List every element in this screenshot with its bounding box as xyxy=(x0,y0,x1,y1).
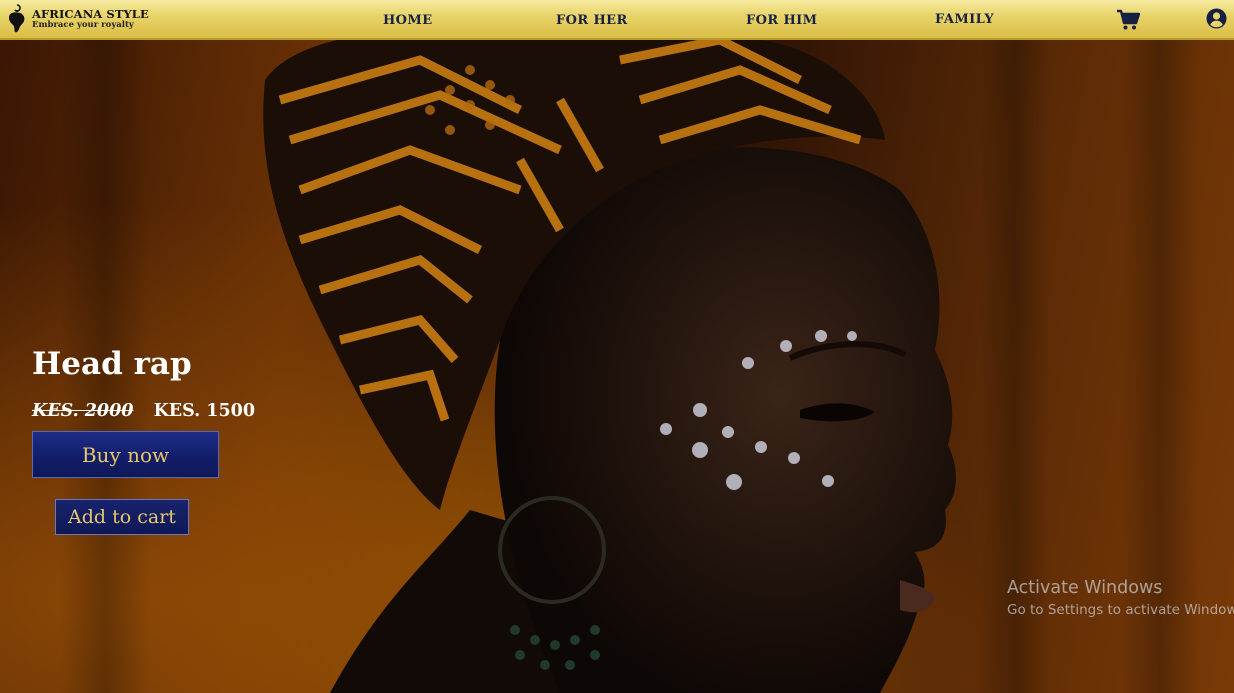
nav-family[interactable]: FAMILY xyxy=(935,12,994,27)
add-to-cart-button[interactable]: Add to cart xyxy=(55,499,189,535)
shopping-cart-icon xyxy=(1117,9,1141,30)
watermark-title: Activate Windows xyxy=(1007,578,1163,598)
account-button[interactable] xyxy=(1206,8,1227,29)
buy-now-button[interactable]: Buy now xyxy=(32,431,219,478)
price-row: KES. 2000 KES. 1500 xyxy=(32,401,255,421)
brand-name: AFRICANA STYLE xyxy=(32,6,149,21)
windows-activation-watermark: Activate Windows Go to Settings to activ… xyxy=(1007,578,1234,618)
top-navbar: AFRICANA STYLE Embrace your royalty HOME… xyxy=(0,0,1234,40)
new-price: KES. 1500 xyxy=(153,401,256,421)
old-price: KES. 2000 xyxy=(32,401,134,421)
watermark-subtitle: Go to Settings to activate Windows. xyxy=(1007,602,1234,618)
cart-button[interactable] xyxy=(1116,9,1141,31)
brand-tagline: Embrace your royalty xyxy=(32,20,134,30)
nav-for-him[interactable]: FOR HIM xyxy=(746,13,817,28)
nav-home[interactable]: HOME xyxy=(383,13,433,28)
nav-for-her[interactable]: FOR HER xyxy=(556,13,628,28)
hanger-africa-icon xyxy=(9,4,25,33)
brand-logo[interactable]: AFRICANA STYLE Embrace your royalty xyxy=(4,2,149,36)
user-circle-icon xyxy=(1206,8,1227,29)
product-title: Head rap xyxy=(32,346,192,382)
hero-banner: Head rap KES. 2000 KES. 1500 Buy now Add… xyxy=(0,40,1234,693)
